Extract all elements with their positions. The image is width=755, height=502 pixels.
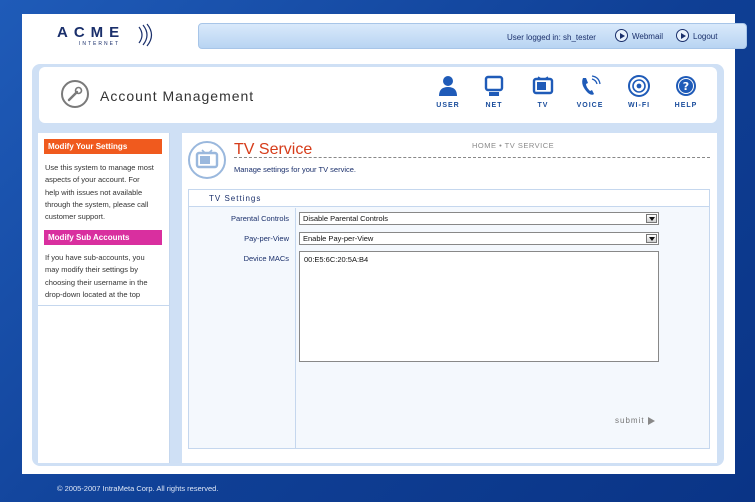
play-icon: [615, 29, 628, 42]
chevron-down-icon[interactable]: [646, 214, 657, 223]
signal-arcs-icon: [138, 23, 153, 47]
title-divider: [234, 157, 710, 158]
parental-controls-select[interactable]: Disable Parental Controls: [299, 212, 659, 225]
text-line: help with issues not available: [45, 187, 143, 197]
text-line: may modify their settings by: [45, 265, 138, 275]
arrow-right-icon: [647, 416, 655, 425]
column-divider: [295, 208, 296, 448]
sidebar: Modify Your Settings Use this system to …: [38, 133, 170, 463]
nav-label: VOICE: [576, 102, 604, 109]
webmail-label: Webmail: [632, 31, 663, 41]
logo-text: ACME: [57, 24, 126, 41]
wifi-icon: [628, 75, 650, 97]
tv-service-icon: [188, 141, 226, 179]
nav-tv[interactable]: TV: [522, 75, 564, 109]
parental-controls-label: Parental Controls: [231, 214, 289, 223]
text-line: Use this system to manage most: [45, 163, 154, 172]
nav-label: NET: [485, 102, 503, 109]
text-line: through the system, please call: [45, 199, 149, 209]
page-subtitle: Manage settings for your TV service.: [234, 165, 356, 174]
svg-text:?: ?: [683, 80, 689, 93]
submit-label: submit: [615, 416, 645, 425]
nav-user[interactable]: USER: [427, 75, 469, 109]
account-management-title: Account Management: [100, 88, 255, 104]
nav-label: TV: [537, 102, 549, 109]
tv-settings-panel: TV Settings Parental Controls Disable Pa…: [188, 189, 710, 449]
nav-voice[interactable]: VOICE: [569, 75, 611, 109]
modify-settings-heading[interactable]: Modify Your Settings: [44, 139, 162, 154]
textarea-value: 00:E5:6C:20:5A:B4: [304, 255, 369, 264]
wrench-icon: [61, 80, 89, 108]
nav-net[interactable]: NET: [473, 75, 515, 109]
device-macs-label: Device MACs: [243, 254, 289, 263]
user-icon: [437, 75, 459, 97]
logout-link[interactable]: Logout: [676, 29, 717, 42]
nav-label: HELP: [674, 102, 698, 109]
sidebar-divider: [38, 305, 170, 306]
content-panel: TV Service HOME • TV SERVICE Manage sett…: [182, 133, 717, 463]
text-line: drop-down located at the top: [45, 289, 141, 299]
footer-copyright: © 2005-2007 IntraMeta Corp. All rights r…: [57, 484, 219, 493]
select-value: Disable Parental Controls: [303, 214, 389, 223]
header-panel: Account Management USER NET TV VOICE WI-…: [39, 67, 717, 123]
top-bar: ACME INTERNET User logged in: sh_tester …: [22, 14, 747, 56]
chevron-down-icon[interactable]: [646, 234, 657, 243]
logout-label: Logout: [693, 31, 718, 41]
select-value: Enable Pay-per-View: [303, 234, 374, 243]
device-macs-textarea[interactable]: 00:E5:6C:20:5A:B4: [299, 251, 659, 362]
text-line: customer support.: [45, 212, 106, 222]
nav-help[interactable]: ? HELP: [665, 75, 707, 109]
settings-heading: TV Settings: [189, 190, 709, 207]
submit-button[interactable]: submit: [615, 416, 655, 425]
tv-icon: [532, 75, 554, 97]
pay-per-view-label: Pay-per-View: [244, 234, 289, 243]
webmail-link[interactable]: Webmail: [615, 29, 663, 42]
nav-wifi[interactable]: WI-FI: [618, 75, 660, 109]
phone-icon: [579, 75, 601, 97]
pay-per-view-select[interactable]: Enable Pay-per-View: [299, 232, 659, 245]
logo-subtext: INTERNET: [79, 41, 120, 47]
breadcrumb[interactable]: HOME • TV SERVICE: [472, 141, 554, 150]
acme-logo[interactable]: ACME INTERNET: [57, 23, 177, 52]
user-bar: User logged in: sh_tester Webmail Logout: [198, 23, 747, 49]
help-icon: ?: [675, 75, 697, 97]
text-line: If you have sub-accounts, you: [45, 253, 145, 262]
logged-in-status: User logged in: sh_tester: [507, 33, 596, 42]
nav-label: USER: [436, 102, 460, 109]
modify-sub-accounts-heading[interactable]: Modify Sub Accounts: [44, 230, 162, 245]
modify-settings-text: Use this system to manage most aspects o…: [45, 162, 165, 223]
text-line: choosing their username in the: [45, 277, 148, 287]
text-line: aspects of your account. For: [45, 175, 140, 185]
monitor-icon: [483, 75, 505, 97]
modify-sub-accounts-text: If you have sub-accounts, you may modify…: [45, 252, 165, 301]
nav-label: WI-FI: [627, 102, 651, 109]
play-icon: [676, 29, 689, 42]
